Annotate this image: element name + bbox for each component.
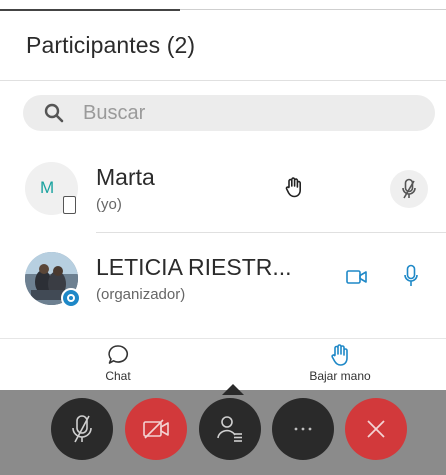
mute-participant-button[interactable] bbox=[390, 170, 428, 208]
search-input[interactable]: Buscar bbox=[83, 102, 145, 125]
avatar bbox=[25, 252, 81, 308]
raised-hand-icon bbox=[285, 177, 301, 198]
mute-button[interactable] bbox=[51, 398, 113, 460]
row-divider bbox=[96, 232, 446, 233]
participant-name: Marta bbox=[96, 164, 155, 190]
participants-button[interactable] bbox=[199, 398, 261, 460]
search-field[interactable]: Buscar bbox=[23, 95, 435, 131]
participant-role: (organizador) bbox=[96, 286, 186, 303]
video-off-icon bbox=[143, 419, 169, 439]
header-divider bbox=[0, 80, 446, 81]
bottom-tab-bar: Chat Bajar mano bbox=[0, 338, 446, 390]
mic-muted-icon bbox=[72, 415, 92, 443]
active-indicator bbox=[222, 384, 244, 395]
participant-row-leticia[interactable]: LETICIA RIESTR... (organizador) bbox=[0, 240, 446, 318]
more-icon bbox=[294, 427, 312, 431]
search-icon bbox=[44, 103, 64, 123]
video-camera-icon bbox=[346, 270, 367, 284]
chat-tab[interactable]: Chat bbox=[94, 343, 142, 383]
hand-icon bbox=[331, 344, 348, 366]
lower-hand-tab[interactable]: Bajar mano bbox=[298, 343, 382, 383]
chat-bubble-icon bbox=[108, 345, 129, 364]
device-phone-icon bbox=[63, 196, 76, 214]
more-options-button[interactable] bbox=[272, 398, 334, 460]
leave-call-button[interactable] bbox=[345, 398, 407, 460]
participant-name: LETICIA RIESTR... bbox=[96, 254, 292, 280]
close-icon bbox=[367, 420, 385, 438]
chat-tab-label: Chat bbox=[105, 369, 131, 383]
avatar-initial: M bbox=[40, 178, 55, 197]
video-toggle-button[interactable] bbox=[125, 398, 187, 460]
mic-muted-icon bbox=[402, 178, 416, 199]
page-title: Participantes (2) bbox=[26, 32, 196, 58]
top-divider-accent bbox=[0, 9, 180, 11]
lower-hand-tab-label: Bajar mano bbox=[309, 369, 371, 383]
microphone-icon bbox=[404, 264, 418, 286]
organizer-badge-icon bbox=[61, 288, 81, 308]
participant-row-marta[interactable]: M Marta (yo) bbox=[0, 150, 446, 228]
avatar: M bbox=[25, 162, 78, 215]
participants-icon bbox=[217, 416, 242, 442]
participant-role: (yo) bbox=[96, 196, 122, 213]
